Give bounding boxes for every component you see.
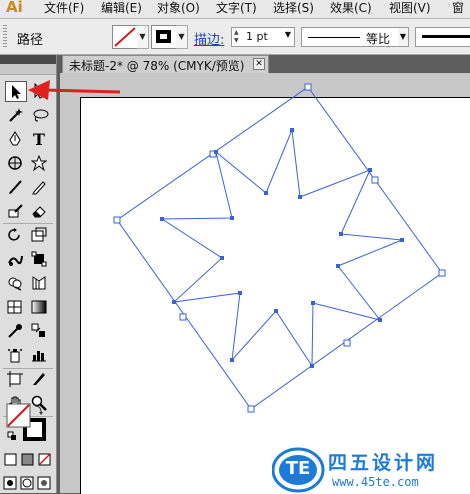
star-path[interactable] [160, 128, 403, 368]
watermark-url: www.45te.com [332, 475, 419, 489]
bounding-box[interactable] [116, 86, 443, 410]
watermark-logo-text: TE [285, 458, 311, 479]
watermark-site-name: 四五设计网 [328, 452, 439, 474]
annotation-arrow-icon [28, 80, 121, 100]
watermark: TE 四五设计网 www.45te.com [272, 447, 470, 493]
artwork-overlay [28, 80, 446, 413]
bounding-box-handles[interactable] [113, 83, 446, 413]
